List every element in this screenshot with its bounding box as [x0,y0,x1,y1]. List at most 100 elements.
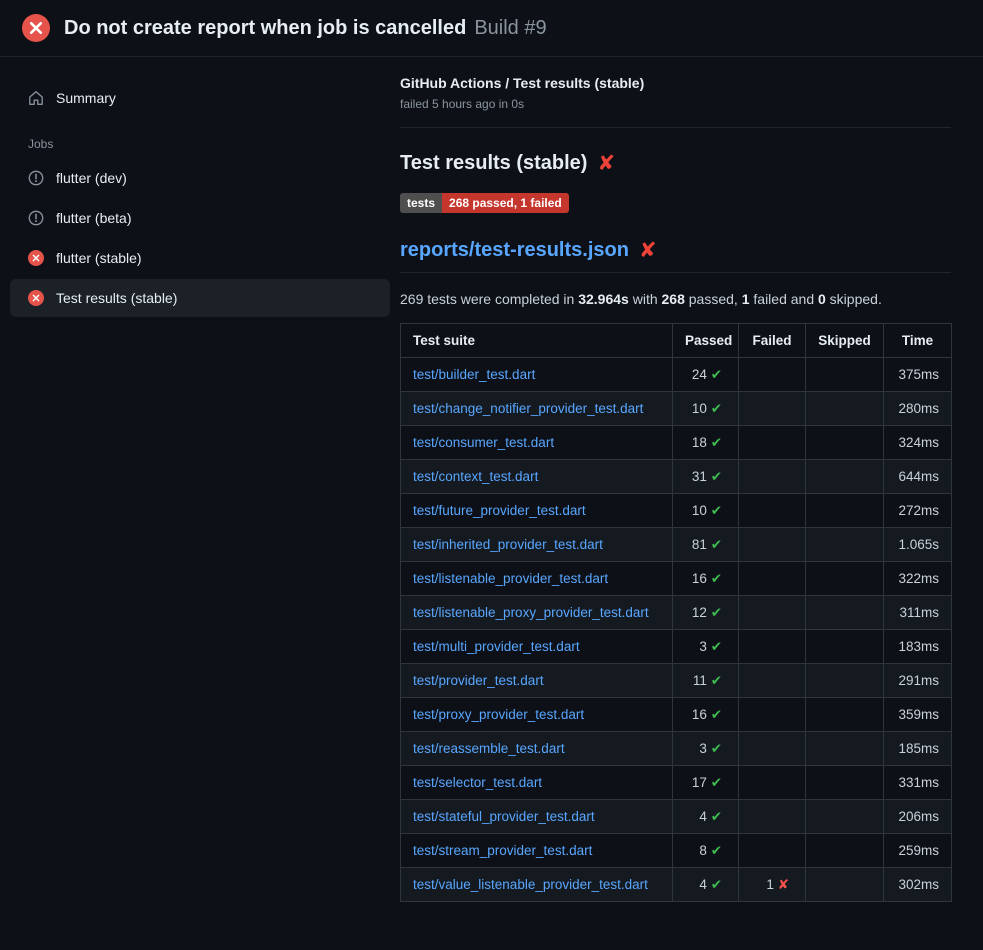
sidebar-item-test-results-stable[interactable]: Test results (stable) [10,279,390,317]
passed-cell: 11 ✔ [673,664,739,698]
skipped-cell [806,698,884,732]
passed-cell: 17 ✔ [673,766,739,800]
test-suite-cell: test/inherited_provider_test.dart [401,528,673,562]
passed-cell: 16 ✔ [673,562,739,596]
test-suite-cell: test/listenable_provider_test.dart [401,562,673,596]
table-row: test/change_notifier_provider_test.dart1… [401,392,952,426]
col-header-time: Time [884,324,952,358]
report-link[interactable]: reports/test-results.json [400,239,629,262]
test-suite-link[interactable]: test/provider_test.dart [413,673,544,688]
test-suite-link[interactable]: test/value_listenable_provider_test.dart [413,877,648,892]
check-icon: ✔ [711,809,722,824]
col-header-test-suite: Test suite [401,324,673,358]
check-icon: ✔ [711,741,722,756]
check-icon: ✔ [711,707,722,722]
check-icon: ✔ [711,605,722,620]
time-cell: 302ms [884,868,952,902]
table-row: test/listenable_proxy_provider_test.dart… [401,596,952,630]
sidebar-item-flutter-stable[interactable]: flutter (stable) [10,239,390,277]
check-icon: ✔ [711,503,722,518]
passed-cell: 24 ✔ [673,358,739,392]
failed-cell [739,732,806,766]
time-cell: 1.065s [884,528,952,562]
test-suite-link[interactable]: test/builder_test.dart [413,367,535,382]
passed-cell: 8 ✔ [673,834,739,868]
check-icon: ✔ [711,877,722,892]
section-divider [400,127,951,128]
failed-cell: 1 ✘ [739,868,806,902]
time-cell: 331ms [884,766,952,800]
report-heading: reports/test-results.json ✘ [400,239,951,273]
sidebar-job-label: flutter (dev) [56,170,127,186]
table-row: test/builder_test.dart 24 ✔ 375ms [401,358,952,392]
check-icon: ✔ [711,367,722,382]
tests-badge: tests 268 passed, 1 failed [400,193,569,213]
passed-cell: 3 ✔ [673,732,739,766]
jobs-section-label: Jobs [10,119,390,159]
skipped-cell [806,596,884,630]
skipped-cell [806,392,884,426]
test-suite-cell: test/future_provider_test.dart [401,494,673,528]
test-suite-cell: test/stateful_provider_test.dart [401,800,673,834]
time-cell: 183ms [884,630,952,664]
sidebar-item-summary[interactable]: Summary [10,79,390,117]
passed-cell: 16 ✔ [673,698,739,732]
test-suite-link[interactable]: test/reassemble_test.dart [413,741,565,756]
passed-cell: 10 ✔ [673,494,739,528]
failed-cell [739,528,806,562]
time-cell: 644ms [884,460,952,494]
test-suite-link[interactable]: test/future_provider_test.dart [413,503,586,518]
section-title-text: Test results (stable) [400,152,587,175]
table-row: test/stateful_provider_test.dart4 ✔206ms [401,800,952,834]
passed-cell: 12 ✔ [673,596,739,630]
check-icon: ✔ [711,775,722,790]
breadcrumb: GitHub Actions / Test results (stable) [400,75,951,91]
skipped-cell [806,800,884,834]
skipped-cell [806,358,884,392]
col-header-skipped: Skipped [806,324,884,358]
test-suite-link[interactable]: test/multi_provider_test.dart [413,639,580,654]
test-suite-cell: test/consumer_test.dart [401,426,673,460]
passed-cell: 18 ✔ [673,426,739,460]
test-suite-link[interactable]: test/stateful_provider_test.dart [413,809,595,824]
time-cell: 272ms [884,494,952,528]
test-suite-link[interactable]: test/listenable_proxy_provider_test.dart [413,605,649,620]
failed-cell [739,596,806,630]
test-suite-link[interactable]: test/context_test.dart [413,469,538,484]
cross-icon: ✘ [778,877,789,892]
time-cell: 324ms [884,426,952,460]
table-row: test/value_listenable_provider_test.dart… [401,868,952,902]
test-suite-cell: test/listenable_proxy_provider_test.dart [401,596,673,630]
passed-cell: 4 ✔ [673,868,739,902]
passed-cell: 81 ✔ [673,528,739,562]
test-suite-cell: test/selector_test.dart [401,766,673,800]
test-suite-cell: test/change_notifier_provider_test.dart [401,392,673,426]
check-icon: ✔ [711,435,722,450]
skipped-cell [806,868,884,902]
check-icon: ✔ [711,537,722,552]
sidebar: Summary Jobs flutter (dev) flutter (beta… [0,57,400,319]
check-icon: ✔ [711,571,722,586]
test-suite-link[interactable]: test/listenable_provider_test.dart [413,571,608,586]
test-results-table: Test suite Passed Failed Skipped Time te… [400,323,952,902]
time-cell: 375ms [884,358,952,392]
test-suite-link[interactable]: test/selector_test.dart [413,775,542,790]
test-suite-link[interactable]: test/proxy_provider_test.dart [413,707,584,722]
col-header-failed: Failed [739,324,806,358]
test-suite-link[interactable]: test/inherited_provider_test.dart [413,537,603,552]
time-cell: 259ms [884,834,952,868]
test-suite-link[interactable]: test/change_notifier_provider_test.dart [413,401,643,416]
sidebar-item-flutter-dev[interactable]: flutter (dev) [10,159,390,197]
check-icon: ✔ [711,469,722,484]
test-suite-link[interactable]: test/consumer_test.dart [413,435,554,450]
skipped-cell [806,630,884,664]
time-cell: 359ms [884,698,952,732]
page-title: Do not create report when job is cancell… [64,17,466,40]
skipped-cell [806,834,884,868]
sidebar-item-flutter-beta[interactable]: flutter (beta) [10,199,390,237]
test-suite-cell: test/multi_provider_test.dart [401,630,673,664]
skipped-cell [806,528,884,562]
skipped-cell [806,766,884,800]
time-cell: 280ms [884,392,952,426]
test-suite-link[interactable]: test/stream_provider_test.dart [413,843,592,858]
